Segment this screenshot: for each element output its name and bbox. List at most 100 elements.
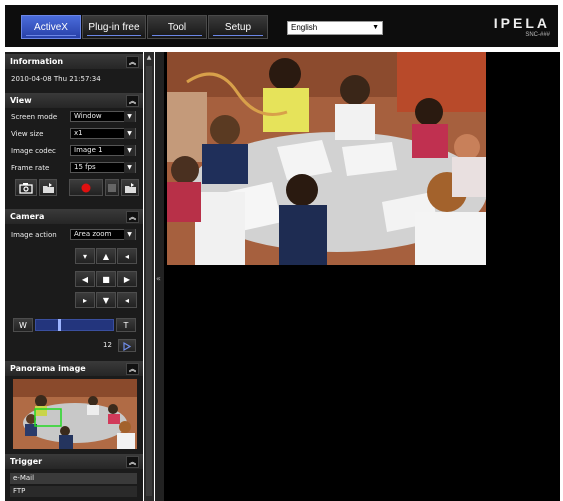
collapse-icon[interactable]: ︽ bbox=[126, 95, 139, 107]
pan-left-button[interactable]: ◀ bbox=[75, 271, 95, 287]
zoom-tele-button[interactable]: T bbox=[116, 318, 136, 332]
camera-title: Camera bbox=[10, 212, 45, 221]
chevron-down-icon: ▼ bbox=[124, 111, 135, 122]
brand-logo: IPELA SNC-### bbox=[494, 15, 550, 38]
pan-down-left-button[interactable]: ▸ bbox=[75, 292, 95, 308]
camera-icon bbox=[19, 183, 33, 194]
chevron-down-icon: ▼ bbox=[124, 128, 135, 139]
panorama-image[interactable] bbox=[13, 379, 137, 449]
viewer-window: ActiveX Plug-in free Tool Setup English … bbox=[0, 0, 563, 501]
trigger-title: Trigger bbox=[10, 457, 43, 466]
double-chevron-left-icon[interactable]: « bbox=[156, 274, 161, 283]
view-size-value: x1 bbox=[74, 129, 83, 137]
tab-setup[interactable]: Setup bbox=[208, 15, 268, 39]
arrow-down-left-icon: ▸ bbox=[82, 296, 87, 305]
panel-scrollbar[interactable]: ▲ bbox=[144, 52, 154, 501]
language-value: English bbox=[291, 23, 318, 32]
zoom-slider[interactable] bbox=[35, 319, 114, 331]
pan-down-right-button[interactable]: ◂ bbox=[117, 292, 137, 308]
trigger-item-ftp[interactable]: FTP bbox=[10, 486, 137, 497]
image-codec-value: Image 1 bbox=[74, 146, 103, 154]
image-action-label: Image action bbox=[11, 231, 57, 239]
trigger-item-email[interactable]: e-Mail bbox=[10, 473, 137, 484]
panel-collapse-bar[interactable]: « bbox=[155, 52, 164, 501]
chevron-down-icon: ▼ bbox=[124, 162, 135, 173]
arrow-up-icon: ▲ bbox=[102, 252, 110, 261]
chevron-down-icon: ▼ bbox=[124, 145, 135, 156]
arrow-right-icon: ▶ bbox=[123, 275, 131, 284]
stop-icon bbox=[108, 184, 116, 192]
pan-right-button[interactable]: ▶ bbox=[117, 271, 137, 287]
zoom-tele-label: T bbox=[123, 321, 129, 330]
image-action-select[interactable]: Area zoom ▼ bbox=[70, 229, 136, 240]
screen-mode-label: Screen mode bbox=[11, 113, 58, 121]
tab-tool-label: Tool bbox=[167, 22, 187, 33]
collapse-icon[interactable]: ︽ bbox=[126, 211, 139, 223]
home-icon: ■ bbox=[102, 275, 110, 284]
panorama-header[interactable]: Panorama image ︽ bbox=[5, 361, 143, 376]
zoom-value: 12 bbox=[103, 341, 112, 349]
frame-rate-select[interactable]: 15 fps ▼ bbox=[70, 162, 136, 173]
folder-icon bbox=[42, 183, 54, 193]
information-header[interactable]: Information ︽ bbox=[5, 54, 143, 69]
scrollbar-thumb[interactable] bbox=[146, 66, 152, 496]
view-header[interactable]: View ︽ bbox=[5, 93, 143, 108]
open-recording-folder-button[interactable] bbox=[121, 179, 139, 196]
zoom-slider-thumb[interactable] bbox=[58, 319, 61, 331]
stop-button[interactable] bbox=[105, 179, 119, 196]
open-folder-button[interactable] bbox=[39, 179, 57, 196]
language-select[interactable]: English ▼ bbox=[287, 21, 383, 35]
record-button[interactable] bbox=[69, 179, 103, 196]
record-icon bbox=[81, 183, 91, 193]
collapse-icon[interactable]: ︽ bbox=[126, 56, 139, 68]
screen-mode-value: Window bbox=[74, 112, 102, 120]
zoom-wide-button[interactable]: W bbox=[13, 318, 33, 332]
frame-rate-label: Frame rate bbox=[11, 164, 50, 172]
trigger-ftp-label: FTP bbox=[13, 487, 26, 495]
top-navigation-bar: ActiveX Plug-in free Tool Setup English … bbox=[5, 5, 558, 47]
model-name: SNC-### bbox=[525, 32, 550, 38]
datetime-display: 2010-04-08 Thu 21:57:34 bbox=[11, 75, 101, 83]
arrow-left-icon: ◀ bbox=[81, 275, 89, 284]
camera-header[interactable]: Camera ︽ bbox=[5, 209, 143, 224]
screen-mode-select[interactable]: Window ▼ bbox=[70, 111, 136, 122]
view-size-label: View size bbox=[11, 130, 44, 138]
capture-button[interactable] bbox=[15, 179, 37, 196]
tab-tool[interactable]: Tool bbox=[147, 15, 207, 39]
pan-up-right-button[interactable]: ◂ bbox=[117, 248, 137, 264]
tab-activex-label: ActiveX bbox=[34, 22, 68, 33]
frame-rate-value: 15 fps bbox=[74, 163, 96, 171]
scroll-up-icon[interactable]: ▲ bbox=[145, 54, 153, 62]
arrow-down-right-icon: ◂ bbox=[124, 296, 129, 305]
collapse-icon[interactable]: ︽ bbox=[126, 456, 139, 468]
tab-setup-label: Setup bbox=[224, 22, 252, 33]
arrow-down-left-icon: ▾ bbox=[82, 252, 87, 261]
information-title: Information bbox=[10, 57, 64, 66]
image-action-value: Area zoom bbox=[74, 230, 112, 238]
arrow-down-icon: ▼ bbox=[102, 296, 110, 305]
tab-plugin-free[interactable]: Plug-in free bbox=[82, 15, 146, 39]
trigger-email-label: e-Mail bbox=[13, 474, 35, 482]
trigger-header[interactable]: Trigger ︽ bbox=[5, 454, 143, 469]
pan-down-button[interactable]: ▼ bbox=[96, 292, 116, 308]
pan-up-left-button[interactable]: ▾ bbox=[75, 248, 95, 264]
live-camera-image[interactable] bbox=[167, 52, 486, 265]
panorama-thumbnail-icon bbox=[13, 379, 137, 449]
view-size-select[interactable]: x1 ▼ bbox=[70, 128, 136, 139]
pan-up-button[interactable]: ▲ bbox=[96, 248, 116, 264]
arrow-up-right-icon: ◂ bbox=[124, 252, 129, 261]
image-codec-select[interactable]: Image 1 ▼ bbox=[70, 145, 136, 156]
brand-name: IPELA bbox=[493, 15, 550, 31]
chevron-down-icon: ▼ bbox=[372, 24, 379, 31]
pan-home-button[interactable]: ■ bbox=[96, 271, 116, 287]
tab-activex[interactable]: ActiveX bbox=[21, 15, 81, 39]
collapse-icon[interactable]: ︽ bbox=[126, 363, 139, 375]
image-codec-label: Image codec bbox=[11, 147, 56, 155]
folder-icon bbox=[124, 183, 136, 193]
chevron-down-icon: ▼ bbox=[124, 229, 135, 240]
zoom-settings-button[interactable] bbox=[118, 339, 136, 352]
control-panel: Information ︽ 2010-04-08 Thu 21:57:34 Vi… bbox=[5, 52, 143, 501]
panorama-title: Panorama image bbox=[10, 364, 86, 373]
tab-plugin-free-label: Plug-in free bbox=[88, 22, 140, 33]
view-title: View bbox=[10, 96, 32, 105]
